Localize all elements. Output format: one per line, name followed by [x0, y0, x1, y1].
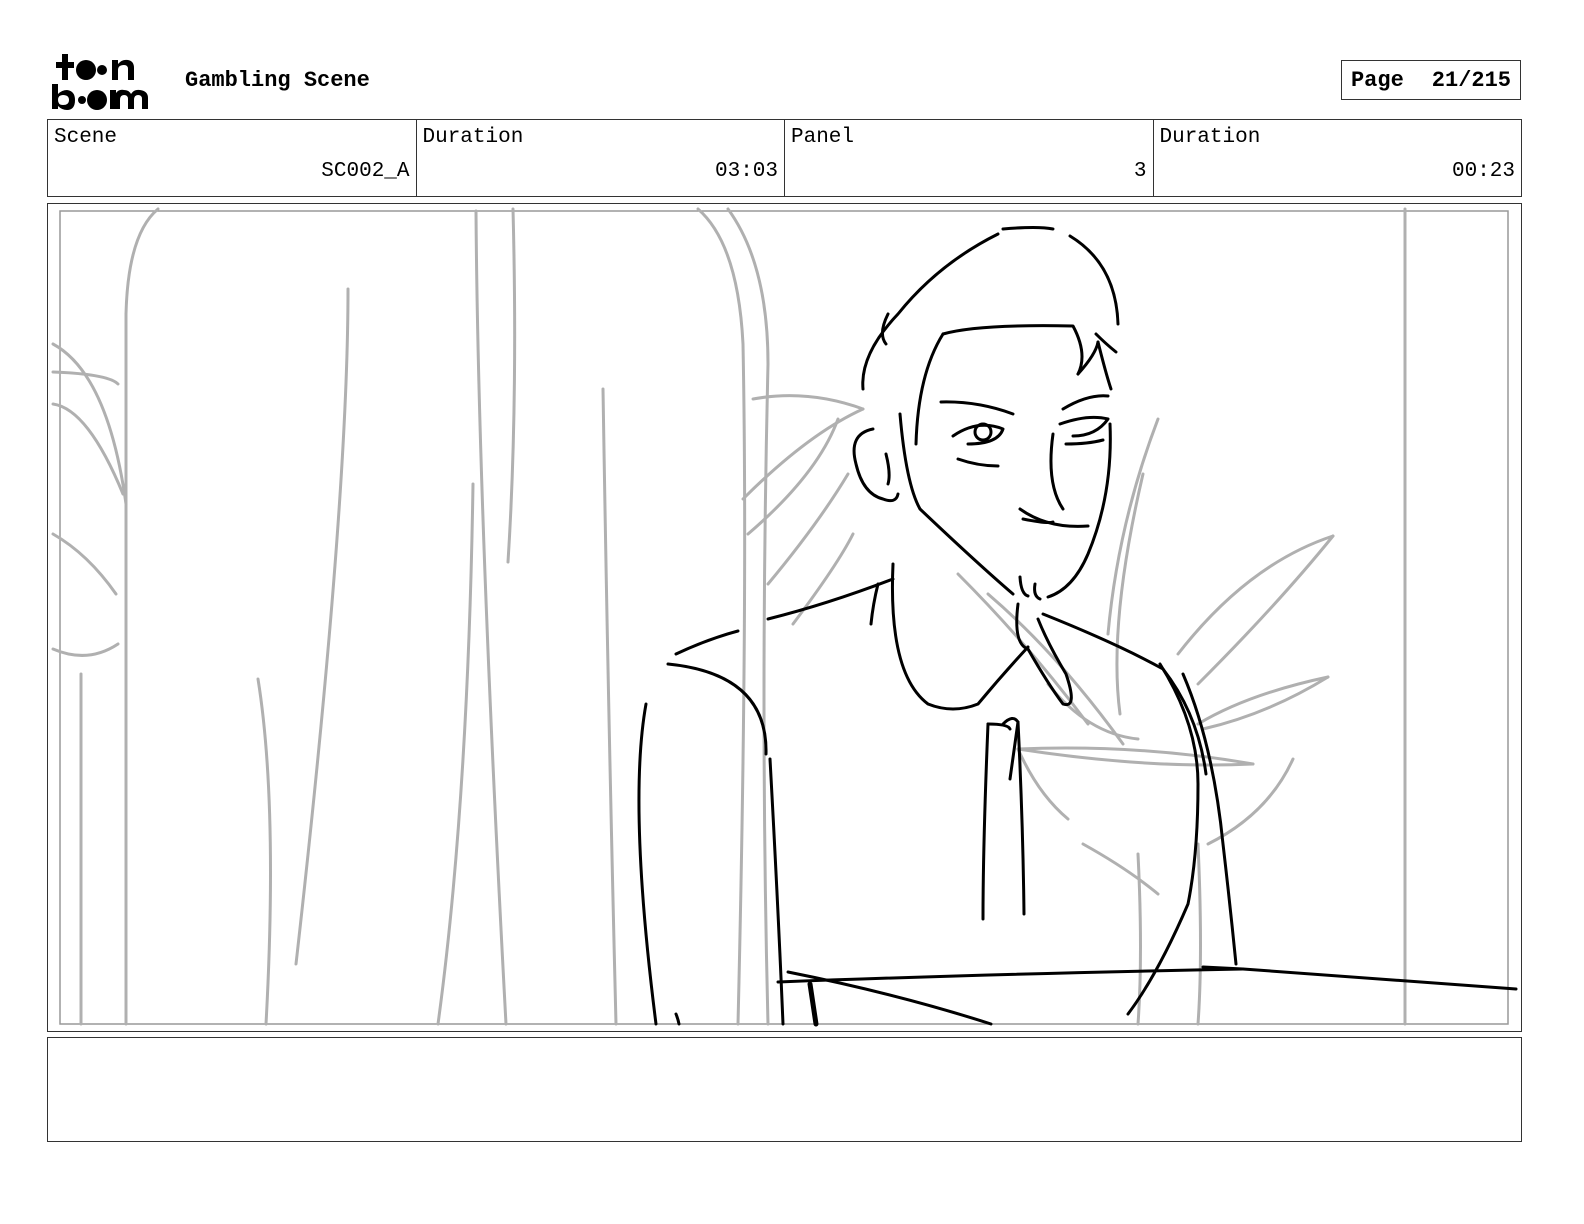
panel-value: 3 [1133, 160, 1147, 183]
storyboard-title: Gambling Scene [185, 68, 370, 93]
panel-sketch [51, 207, 1518, 1027]
scene-duration-value: 03:03 [714, 160, 778, 183]
scene-duration-label: Duration [422, 126, 524, 149]
scene-duration-cell: Duration 03:03 [415, 120, 785, 196]
page-indicator: Page 21/215 [1341, 60, 1521, 100]
panel-duration-label: Duration [1159, 126, 1261, 149]
panel-cell: Panel 3 [784, 120, 1153, 196]
scene-cell: Scene SC002_A [48, 120, 416, 196]
panel-label: Panel [791, 126, 855, 149]
page-label: Page [1350, 67, 1404, 93]
storyboard-panel [47, 203, 1522, 1032]
scene-info-table: Scene SC002_A Duration 03:03 Panel 3 Dur… [47, 119, 1522, 197]
scene-value: SC002_A [321, 160, 410, 183]
panel-duration-value: 00:23 [1451, 160, 1515, 183]
toonboom-logo [50, 52, 165, 112]
scene-label: Scene [54, 126, 118, 149]
page-value: 21/215 [1431, 67, 1512, 93]
panel-duration-cell: Duration 00:23 [1152, 120, 1522, 196]
panel-notes [47, 1037, 1522, 1142]
